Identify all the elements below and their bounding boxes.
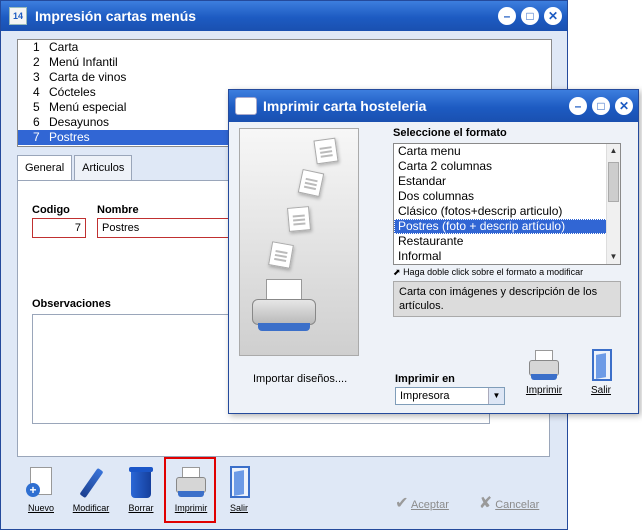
format-hint: ⬈ Haga doble click sobre el formato a mo… [393, 267, 584, 277]
main-window-title: Impresión cartas menús [35, 8, 197, 24]
modificar-button[interactable]: Modificar [65, 465, 117, 513]
maximize-icon[interactable]: □ [521, 7, 539, 25]
dialog-salir-button[interactable]: Salir [576, 348, 626, 396]
format-description: Carta con imágenes y descripción de los … [393, 281, 621, 317]
print-to-label: Imprimir en [395, 373, 455, 385]
format-item-selected[interactable]: Postres (foto + descrip artículo) [394, 219, 620, 234]
chevron-down-icon[interactable]: ▼ [488, 388, 504, 404]
aceptar-button[interactable]: ✔ Aceptar [387, 493, 457, 513]
format-item[interactable]: Carta 2 columnas [394, 159, 620, 174]
print-to-select[interactable]: Impresora ▼ [395, 387, 505, 405]
cursor-arrow-icon: ⬈ [393, 267, 401, 277]
large-printer-icon [252, 279, 316, 335]
app-icon: 14 [9, 7, 27, 25]
print-dialog: Imprimir carta hosteleria – □ ✕ Importar… [228, 89, 639, 414]
format-preview-image [239, 128, 359, 356]
format-item[interactable]: Clásico (fotos+descrip articulo) [394, 204, 620, 219]
codigo-label: Codigo [32, 204, 70, 216]
borrar-button[interactable]: Borrar [115, 465, 167, 513]
close-icon[interactable]: ✕ [544, 7, 562, 25]
exit-door-icon [584, 348, 618, 382]
imprimir-highlight-box [164, 457, 216, 523]
cross-icon: ✘ [478, 495, 493, 512]
dialog-minimize-icon[interactable]: – [569, 97, 587, 115]
new-document-icon: + [24, 465, 58, 499]
import-designs-link[interactable]: Importar diseños.... [253, 373, 347, 385]
paper-icon [268, 241, 294, 269]
minimize-icon[interactable]: – [498, 7, 516, 25]
format-item[interactable]: Dos columnas [394, 189, 620, 204]
paper-icon [286, 206, 312, 232]
observaciones-label: Observaciones [32, 298, 111, 310]
format-item[interactable]: Estandar [394, 174, 620, 189]
tab-bar: General Articulos [17, 155, 134, 181]
list-item[interactable]: 3 Carta de vinos [18, 70, 551, 85]
check-icon: ✔ [395, 495, 409, 512]
format-list[interactable]: Carta menu Carta 2 columnas Estandar Dos… [393, 143, 621, 265]
nombre-field[interactable]: Postres [97, 218, 230, 238]
printer-icon [527, 348, 561, 382]
list-item[interactable]: 2 Menú Infantil [18, 55, 551, 70]
list-item[interactable]: 1 Carta [18, 40, 551, 55]
dialog-close-icon[interactable]: ✕ [615, 97, 633, 115]
exit-door-icon [222, 465, 256, 499]
format-item[interactable]: Restaurante [394, 234, 620, 249]
main-title-bar: 14 Impresión cartas menús – □ ✕ [1, 1, 567, 31]
tab-general[interactable]: General [17, 155, 73, 181]
dialog-title-bar: Imprimir carta hosteleria – □ ✕ [229, 90, 638, 122]
paper-icon [297, 168, 325, 198]
format-item[interactable]: Carta menu [394, 144, 620, 159]
select-format-label: Seleccione el formato [393, 127, 507, 139]
tab-articulos[interactable]: Articulos [74, 155, 133, 180]
bottom-toolbar: + Nuevo Modificar Borrar Imprimir Salir … [9, 457, 561, 525]
trash-icon [124, 465, 158, 499]
salir-button[interactable]: Salir [213, 465, 265, 513]
printer-title-icon [235, 97, 257, 115]
dialog-imprimir-button[interactable]: Imprimir [519, 348, 569, 396]
pen-icon [74, 465, 108, 499]
paper-icon [313, 137, 339, 165]
format-list-scrollbar[interactable]: ▲ ▼ [606, 144, 620, 264]
scroll-down-icon[interactable]: ▼ [607, 250, 620, 264]
cancelar-button[interactable]: ✘ Cancelar [469, 493, 549, 513]
scroll-up-icon[interactable]: ▲ [607, 144, 620, 158]
scroll-thumb[interactable] [608, 162, 619, 202]
dialog-title: Imprimir carta hosteleria [263, 98, 427, 114]
nombre-label: Nombre [97, 204, 139, 216]
dialog-maximize-icon[interactable]: □ [592, 97, 610, 115]
format-item[interactable]: Informal [394, 249, 620, 264]
codigo-field[interactable]: 7 [32, 218, 86, 238]
nuevo-button[interactable]: + Nuevo [15, 465, 67, 513]
